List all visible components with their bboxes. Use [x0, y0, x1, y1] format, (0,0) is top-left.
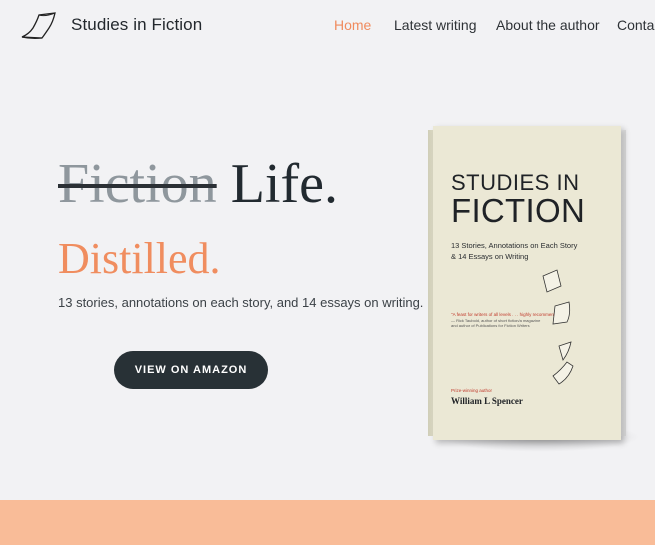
flying-pages-illustration — [542, 269, 574, 385]
book-cover-image[interactable]: STUDIES IN FICTION 13 Stories, Annotatio… — [428, 122, 640, 452]
hero-word: Life. — [230, 153, 338, 215]
hero-headline: Fiction Life. — [58, 152, 338, 216]
next-section-band — [0, 500, 655, 545]
book-subtitle-line2: & 14 Essays on Writing — [451, 252, 529, 261]
nav-contact[interactable]: Contact — [617, 17, 655, 33]
view-on-amazon-button[interactable]: VIEW ON AMAZON — [114, 351, 268, 389]
book-subtitle-line1: 13 Stories, Annotations on Each Story — [451, 241, 578, 250]
book-quote-attr-2: and author of Publications for Fiction W… — [451, 323, 530, 328]
main-nav: Home Latest writing About the author Con… — [0, 17, 655, 37]
site-header: Studies in Fiction Home Latest writing A… — [0, 0, 655, 52]
book-front: STUDIES IN FICTION 13 Stories, Annotatio… — [433, 126, 621, 440]
nav-latest-writing[interactable]: Latest writing — [394, 17, 476, 33]
book-author: William L Spencer — [451, 396, 523, 406]
book-title-line2: FICTION — [451, 192, 586, 229]
nav-home[interactable]: Home — [334, 17, 371, 33]
hero-struck-word: Fiction — [58, 153, 217, 215]
book-award: Prize-winning author — [451, 388, 493, 393]
hero-subtitle: Distilled. — [58, 234, 221, 283]
hero-tagline: 13 stories, annotations on each story, a… — [58, 295, 424, 310]
nav-about-author[interactable]: About the author — [496, 17, 600, 33]
